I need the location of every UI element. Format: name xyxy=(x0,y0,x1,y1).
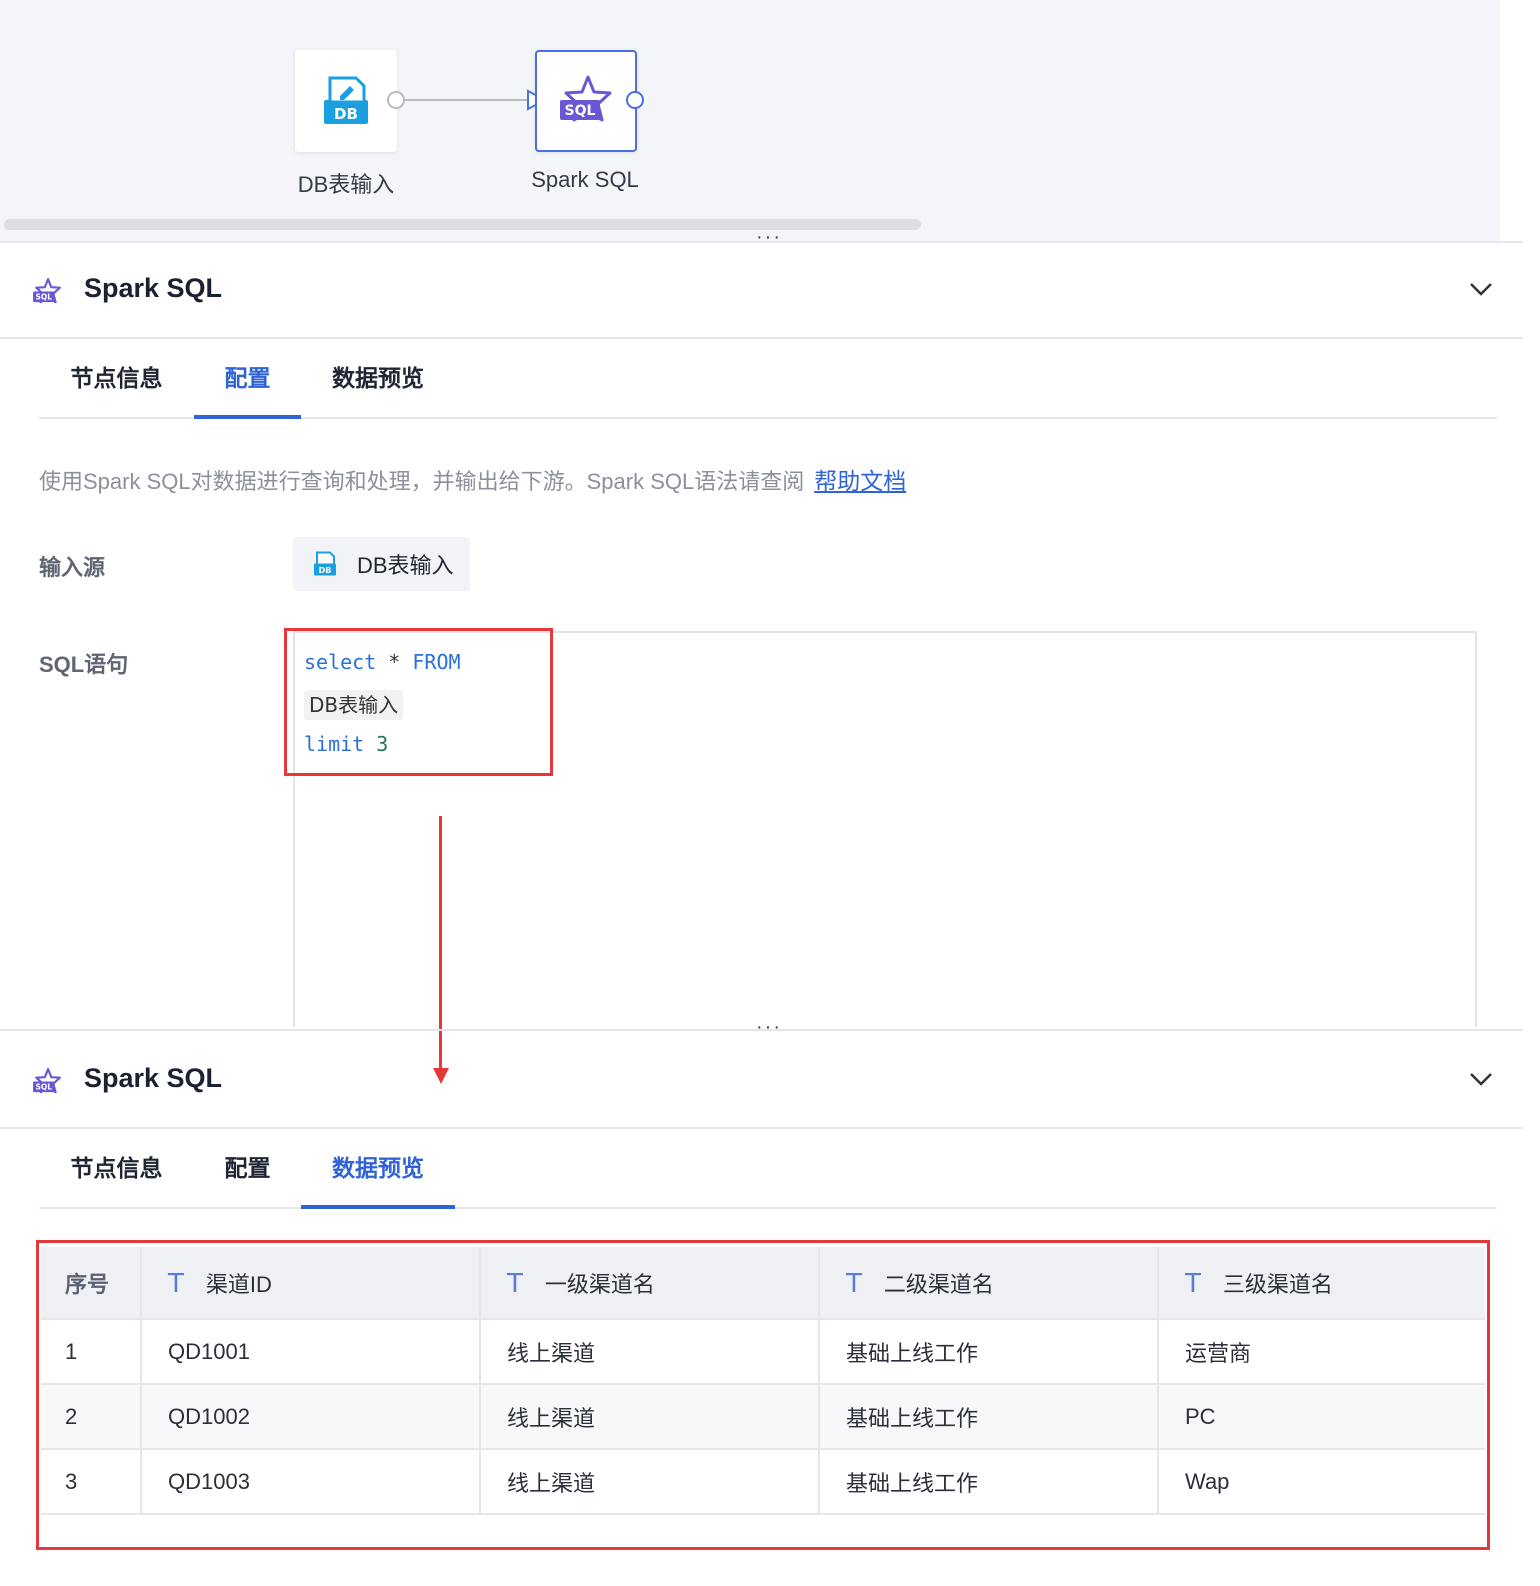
active-tab-indicator xyxy=(301,1205,455,1209)
tab-bar: 节点信息 配置 数据预览 xyxy=(39,1129,1497,1209)
db-icon: DB xyxy=(324,76,368,124)
help-doc-link[interactable]: 帮助文档 xyxy=(814,468,906,494)
db-input-node[interactable]: DB xyxy=(295,50,397,152)
tab-data-preview[interactable]: 数据预览 xyxy=(301,339,455,417)
tab-config[interactable]: 配置 xyxy=(194,339,301,417)
description-text: 使用Spark SQL对数据进行查询和处理，并输出给下游。Spark SQL语法… xyxy=(39,469,805,494)
table-highlight-box xyxy=(36,1240,1490,1550)
sql-star-icon: SQL xyxy=(560,75,612,122)
db-icon: DB xyxy=(314,551,336,576)
config-description: 使用Spark SQL对数据进行查询和处理，并输出给下游。Spark SQL语法… xyxy=(39,462,906,496)
flow-edge xyxy=(405,99,527,101)
svg-text:SQL: SQL xyxy=(565,103,596,119)
input-source-value: DB表输入 xyxy=(357,553,454,578)
annotation-arrow xyxy=(439,816,442,1070)
tab-config[interactable]: 配置 xyxy=(194,1129,301,1207)
svg-text:SQL: SQL xyxy=(36,1083,53,1092)
panel-title: Spark SQL xyxy=(84,273,223,303)
sql-highlight-box xyxy=(284,628,553,776)
tab-bar: 节点信息 配置 数据预览 xyxy=(39,339,1497,419)
splitter-handle-icon[interactable]: ··· xyxy=(752,1017,786,1037)
svg-text:SQL: SQL xyxy=(36,293,53,302)
tab-node-info[interactable]: 节点信息 xyxy=(39,339,194,417)
sql-node-label: Spark SQL xyxy=(531,167,639,192)
sql-star-icon: SQL xyxy=(33,278,61,304)
tab-node-info[interactable]: 节点信息 xyxy=(39,1129,194,1207)
svg-text:DB: DB xyxy=(334,105,358,123)
panel-header: SQL Spark SQL xyxy=(0,1033,1523,1129)
chevron-down-icon[interactable] xyxy=(1469,281,1493,297)
sql-star-icon: SQL xyxy=(33,1068,61,1094)
preview-panel: SQL Spark SQL 节点信息 配置 数据预览 xyxy=(0,1033,1523,1209)
input-source-label: 输入源 xyxy=(39,555,106,580)
canvas-horizontal-scrollbar[interactable] xyxy=(4,219,921,230)
svg-text:DB: DB xyxy=(319,566,332,575)
config-panel: SQL Spark SQL 节点信息 配置 数据预览 xyxy=(0,243,1523,419)
spark-sql-node[interactable]: SQL xyxy=(535,50,637,152)
tab-data-preview[interactable]: 数据预览 xyxy=(301,1129,455,1207)
splitter-handle-icon[interactable]: ··· xyxy=(752,227,786,247)
db-node-output-port[interactable] xyxy=(387,91,405,109)
sql-node-output-port[interactable] xyxy=(626,91,644,109)
active-tab-indicator xyxy=(194,415,301,419)
sql-statement-label: SQL语句 xyxy=(39,652,129,677)
flow-canvas[interactable]: DB SQL DB表输入 Spark SQL xyxy=(0,0,1500,242)
chevron-down-icon[interactable] xyxy=(1469,1071,1493,1087)
panel-title: Spark SQL xyxy=(84,1063,223,1093)
input-source-chip: DB DB表输入 xyxy=(293,537,470,591)
panel-header: SQL Spark SQL xyxy=(0,243,1523,339)
db-node-label: DB表输入 xyxy=(297,172,395,197)
